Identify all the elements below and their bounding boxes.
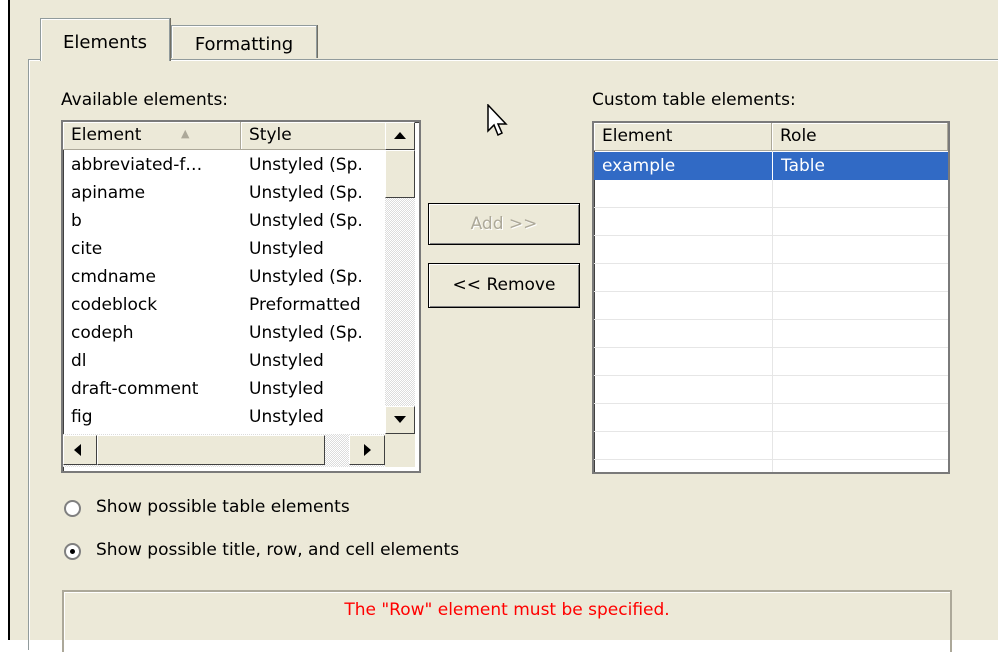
- list-item-style: Unstyled (Sp.: [249, 183, 363, 203]
- list-item-style: Unstyled (Sp.: [249, 155, 363, 175]
- list-item-style: Unstyled (Sp.: [249, 211, 363, 231]
- list-item[interactable]: apiname Unstyled (Sp.: [63, 179, 385, 207]
- scroll-left-icon: [74, 444, 81, 456]
- column-header-role-label: Role: [780, 126, 817, 146]
- scroll-left-button[interactable]: [63, 435, 97, 465]
- list-item[interactable]: dl Unstyled: [63, 347, 385, 375]
- custom-table-elements-list[interactable]: Element Role example Table: [592, 121, 950, 474]
- radio-show-table-elements[interactable]: [64, 500, 81, 517]
- scroll-right-button[interactable]: [349, 435, 385, 465]
- scroll-down-icon: [394, 416, 406, 423]
- list-item-style: Unstyled: [249, 379, 324, 399]
- list-item[interactable]: cite Unstyled: [63, 235, 385, 263]
- list-item-style: Unstyled: [249, 239, 324, 259]
- column-header-element-label: Element: [71, 125, 142, 145]
- list-item[interactable]: fig Unstyled: [63, 403, 385, 431]
- tab-formatting[interactable]: Formatting: [171, 25, 317, 58]
- grid-line: [594, 263, 948, 264]
- list-item-element: cite: [71, 239, 103, 259]
- list-item-style: Unstyled (Sp.: [249, 323, 363, 343]
- column-header-element-label: Element: [602, 126, 673, 146]
- list-item-element: cmdname: [71, 267, 156, 287]
- list-item-element: b: [71, 211, 82, 231]
- list-item-element: dl: [71, 351, 87, 371]
- mouse-cursor-icon: [487, 104, 508, 137]
- grid-line: [594, 347, 948, 348]
- scroll-up-icon: [394, 132, 406, 139]
- table-cell-element: example: [602, 156, 676, 176]
- scrollbar-corner: [385, 434, 415, 467]
- list-item[interactable]: draft-comment Unstyled: [63, 375, 385, 403]
- grid-line: [594, 403, 948, 404]
- list-item[interactable]: abbreviated-f… Unstyled (Sp.: [63, 151, 385, 179]
- column-header-element[interactable]: Element ▲: [63, 122, 241, 150]
- remove-button[interactable]: << Remove: [428, 263, 580, 308]
- list-item-element: abbreviated-f…: [71, 155, 203, 175]
- grid-line: [594, 291, 948, 292]
- vertical-scroll-thumb[interactable]: [385, 150, 415, 198]
- table-row[interactable]: example Table: [594, 152, 948, 180]
- custom-table-elements-label: Custom table elements:: [592, 90, 796, 110]
- grid-line: [594, 235, 948, 236]
- list-item[interactable]: cmdname Unstyled (Sp.: [63, 263, 385, 291]
- scroll-up-button[interactable]: [385, 122, 415, 150]
- list-item-element: draft-comment: [71, 379, 199, 399]
- grid-line: [594, 431, 948, 432]
- list-item-element: fig: [71, 407, 93, 427]
- column-header-role[interactable]: Role: [772, 123, 948, 151]
- tab-elements[interactable]: Elements: [40, 18, 170, 61]
- list-item-style: Preformatted: [249, 295, 361, 315]
- column-header-element[interactable]: Element: [594, 123, 772, 151]
- scroll-down-button[interactable]: [385, 406, 415, 434]
- tab-elements-label: Elements: [63, 32, 147, 53]
- radio-show-table-elements-label[interactable]: Show possible table elements: [96, 497, 350, 517]
- list-item-element: codeph: [71, 323, 134, 343]
- column-header-style[interactable]: Style: [241, 122, 391, 150]
- list-item-element: apiname: [71, 183, 146, 203]
- radio-show-title-row-cell-elements[interactable]: [64, 543, 81, 560]
- grid-line: [594, 319, 948, 320]
- add-button[interactable]: Add >>: [428, 203, 580, 245]
- grid-line: [594, 207, 948, 208]
- tab-formatting-label: Formatting: [194, 34, 294, 55]
- list-item[interactable]: codeblock Preformatted: [63, 291, 385, 319]
- available-elements-label: Available elements:: [61, 90, 229, 110]
- scroll-right-icon: [364, 444, 371, 456]
- grid-line: [594, 459, 948, 460]
- column-header-style-label: Style: [249, 125, 292, 145]
- list-item-style: Unstyled: [249, 351, 324, 371]
- sort-ascending-icon: ▲: [181, 127, 190, 140]
- grid-line: [772, 151, 773, 472]
- horizontal-scroll-thumb[interactable]: [97, 435, 325, 465]
- radio-show-title-row-cell-elements-label[interactable]: Show possible title, row, and cell eleme…: [96, 540, 459, 560]
- list-item-style: Unstyled (Sp.: [249, 267, 363, 287]
- available-elements-list[interactable]: Element ▲ Style abbreviated-f… Unstyled (…: [61, 120, 421, 473]
- table-cell-role: Table: [772, 152, 948, 180]
- list-item-style: Unstyled: [249, 407, 324, 427]
- status-box: The "Row" element must be specified.: [62, 590, 952, 652]
- list-item[interactable]: codeph Unstyled (Sp.: [63, 319, 385, 347]
- list-item[interactable]: b Unstyled (Sp.: [63, 207, 385, 235]
- list-item-element: codeblock: [71, 295, 158, 315]
- grid-line: [594, 375, 948, 376]
- status-message: The "Row" element must be specified.: [344, 600, 670, 620]
